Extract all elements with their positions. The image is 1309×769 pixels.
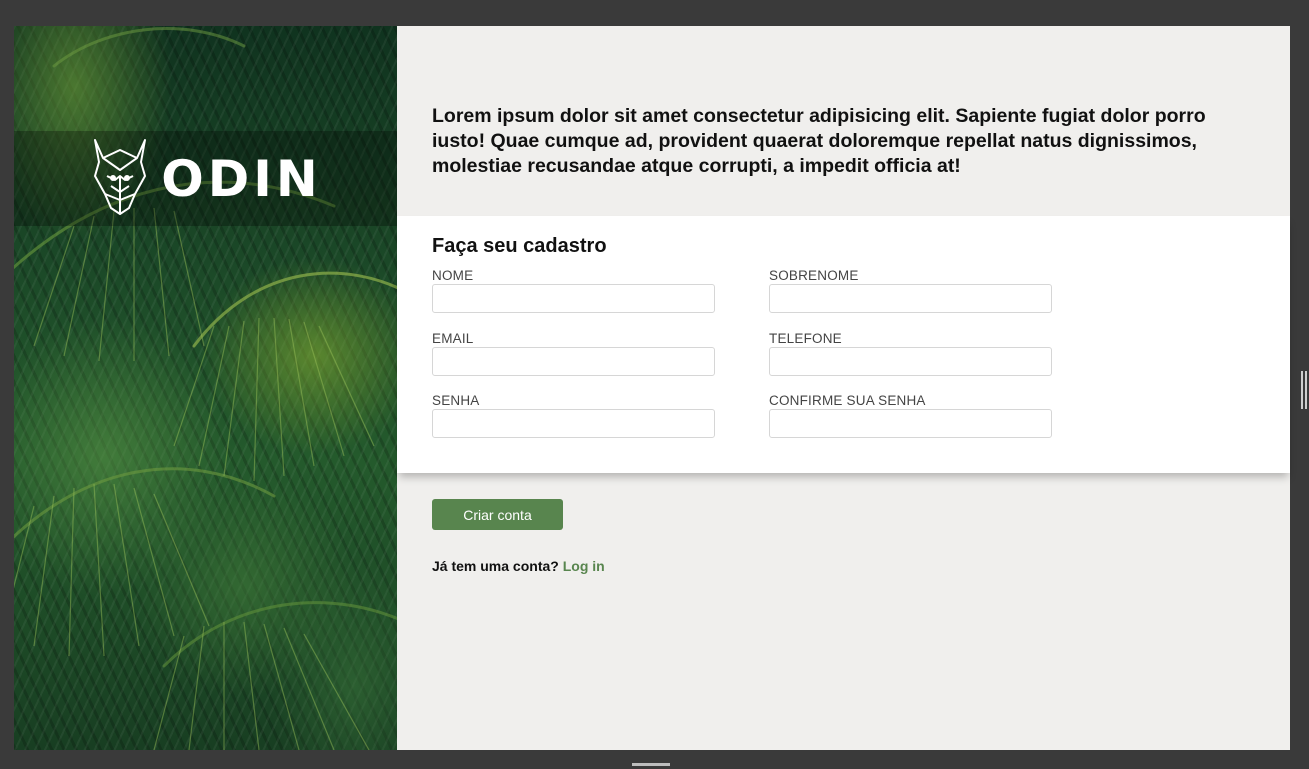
main-content: Lorem ipsum dolor sit amet consectetur a… xyxy=(397,26,1290,750)
email-label: EMAIL xyxy=(432,331,474,346)
confirme-senha-input[interactable] xyxy=(769,409,1052,438)
resize-handle-right[interactable] xyxy=(1301,371,1307,409)
brand-banner: ODIN xyxy=(14,131,397,226)
intro-text: Lorem ipsum dolor sit amet consectetur a… xyxy=(432,105,1206,177)
signup-form-card: Faça seu cadastro NOME SOBRENOME EMAIL T… xyxy=(397,216,1290,473)
login-prompt: Já tem uma conta? Log in xyxy=(432,558,605,574)
sidebar-image-panel: ODIN xyxy=(14,26,397,750)
field-senha: SENHA xyxy=(432,393,715,438)
confirme-senha-label: CONFIRME SUA SENHA xyxy=(769,393,926,408)
resize-handle-bottom[interactable] xyxy=(632,763,670,766)
email-input[interactable] xyxy=(432,347,715,376)
viking-helmet-icon xyxy=(89,136,151,221)
nome-label: NOME xyxy=(432,268,474,283)
login-prompt-text: Já tem uma conta? xyxy=(432,558,559,574)
create-account-button[interactable]: Criar conta xyxy=(432,499,563,530)
field-sobrenome: SOBRENOME xyxy=(769,268,1052,313)
sobrenome-input[interactable] xyxy=(769,284,1052,313)
login-link[interactable]: Log in xyxy=(563,558,605,574)
browser-viewport: ODIN Lorem ipsum dolor sit amet consecte… xyxy=(14,26,1290,750)
telefone-input[interactable] xyxy=(769,347,1052,376)
field-nome: NOME xyxy=(432,268,715,313)
sobrenome-label: SOBRENOME xyxy=(769,268,859,283)
field-confirme-senha: CONFIRME SUA SENHA xyxy=(769,393,1052,438)
field-email: EMAIL xyxy=(432,331,715,376)
nome-input[interactable] xyxy=(432,284,715,313)
senha-label: SENHA xyxy=(432,393,480,408)
brand-name: ODIN xyxy=(161,149,322,208)
field-telefone: TELEFONE xyxy=(769,331,1052,376)
form-title: Faça seu cadastro xyxy=(432,235,607,257)
senha-input[interactable] xyxy=(432,409,715,438)
telefone-label: TELEFONE xyxy=(769,331,842,346)
